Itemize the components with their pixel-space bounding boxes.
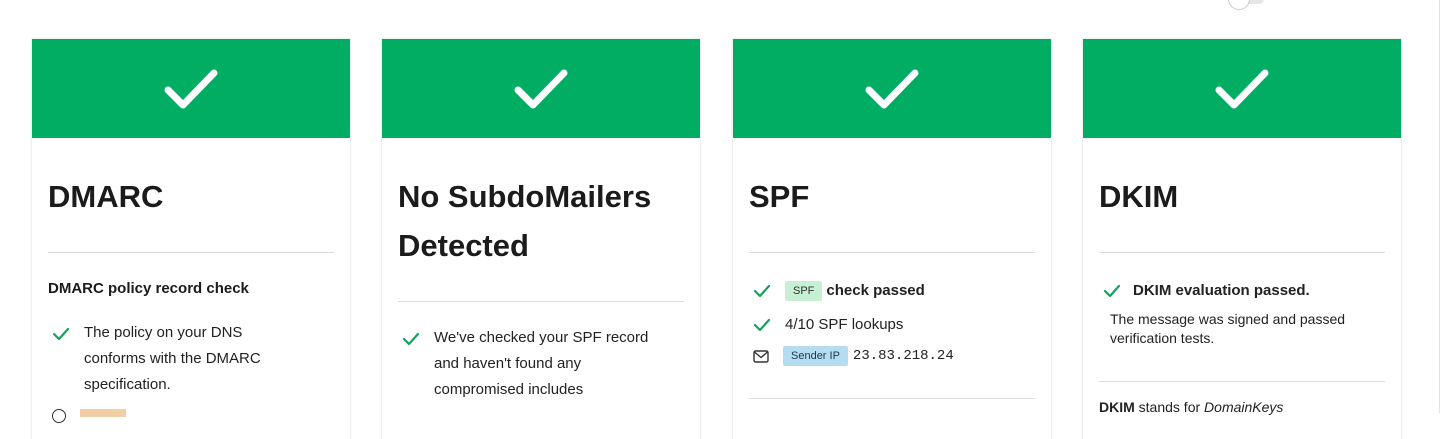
check-item: The policy on your DNS conforms with the…: [48, 320, 334, 398]
check-item: SPF check passed: [749, 278, 1035, 304]
card-header-success: [1083, 39, 1401, 138]
check-text: 4/10 SPF lookups: [785, 316, 904, 333]
card-title: SPF: [749, 179, 810, 214]
check-text: DKIM evaluation passed.: [1133, 282, 1310, 299]
divider: [398, 301, 684, 302]
check-icon: [402, 332, 420, 346]
check-icon: [1103, 284, 1121, 298]
envelope-icon: [753, 349, 769, 363]
divider: [1099, 381, 1385, 382]
card-title: No SubdoMailers Detected: [398, 179, 652, 263]
divider: [749, 252, 1035, 253]
page-scrollbar[interactable]: [1439, 0, 1440, 413]
sender-ip-row: Sender IP 23.83.218.24: [749, 346, 1035, 366]
section-title: DMARC policy record check: [48, 280, 249, 297]
divider: [48, 252, 334, 253]
check-item: We've checked your SPF record and haven'…: [398, 325, 684, 403]
badge: [80, 409, 126, 417]
info-icon: [52, 409, 66, 423]
sender-ip-value: 23.83.218.24: [852, 348, 954, 364]
check-text: We've checked your SPF record and haven'…: [434, 329, 649, 398]
dkim-card: DKIM DKIM evaluation passed. The message…: [1083, 39, 1401, 439]
check-icon: [753, 318, 771, 332]
check-item: 4/10 SPF lookups: [749, 312, 1035, 338]
divider: [749, 398, 1035, 399]
card-header-success: [382, 39, 700, 138]
check-text: The policy on your DNS conforms with the…: [84, 324, 261, 393]
card-title: DMARC: [48, 179, 164, 214]
check-text: check passed: [826, 282, 925, 299]
sender-ip-badge: Sender IP: [783, 346, 848, 366]
checkmark-icon: [865, 69, 919, 108]
check-item: DKIM evaluation passed.: [1099, 278, 1385, 304]
checkmark-icon: [1215, 69, 1269, 108]
checkmark-icon: [164, 69, 218, 108]
card-header-success: [32, 39, 350, 138]
dkim-description: The message was signed and passed verifi…: [1110, 311, 1346, 346]
card-header-success: [733, 39, 1051, 138]
spf-card: SPF SPF check passed 4/10 SPF lookups Se…: [733, 39, 1051, 439]
checkmark-icon: [514, 69, 568, 108]
toggle-knob[interactable]: [1228, 0, 1250, 10]
divider: [1099, 252, 1385, 253]
dmarc-card: DMARC DMARC policy record check The poli…: [32, 39, 350, 439]
spf-badge: SPF: [785, 281, 823, 301]
check-icon: [52, 327, 70, 341]
subdomailers-card: No SubdoMailers Detected We've checked y…: [382, 39, 700, 439]
card-title: DKIM: [1099, 179, 1179, 214]
check-icon: [753, 284, 771, 298]
